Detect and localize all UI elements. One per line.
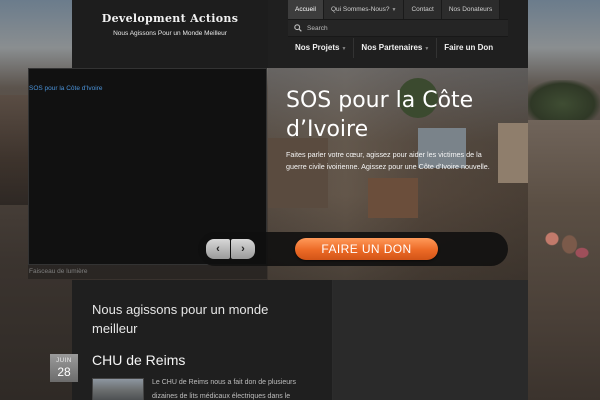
top-menu-item-contact[interactable]: Contact	[404, 0, 442, 19]
post-excerpt: Le CHU de Reims nous a fait don de plusi…	[152, 379, 296, 400]
slide-text: Faites parler votre cœur, agissez pour a…	[286, 150, 490, 171]
top-menu-item-nos-donateurs[interactable]: Nos Donateurs	[441, 0, 501, 19]
top-menu-label: Contact	[411, 6, 434, 13]
top-menu-label: Accueil	[295, 6, 316, 13]
chevron-right-icon: ›	[241, 243, 245, 255]
sidebar-column	[333, 280, 528, 400]
slide-title: SOS pour la Côte d’Ivoire	[286, 88, 474, 142]
site-tagline: Nous Agissons Pour un Monde Meilleur	[113, 30, 227, 37]
site-branding: Development Actions Nous Agissons Pour u…	[72, 0, 268, 68]
search-icon[interactable]	[294, 23, 303, 33]
search-input[interactable]	[307, 24, 487, 32]
background-people	[542, 222, 592, 278]
section-title: Nous agissons pour un monde meilleur	[92, 302, 269, 336]
main-menu-label: Nos Projets	[295, 43, 340, 52]
slider-prev-button[interactable]: ‹	[206, 239, 230, 259]
photo-shack	[368, 178, 418, 218]
site-title[interactable]: Development Actions	[72, 12, 268, 25]
top-menu-label: Qui Sommes-Nous?	[330, 6, 390, 13]
main-menu-item-faire-un-don[interactable]: Faire un Don	[437, 38, 500, 58]
background-tree	[525, 80, 600, 120]
slide-caption-bar: Faisceau de lumière	[28, 265, 267, 279]
slider-controls: ‹ › FAIRE UN DON	[198, 232, 508, 266]
navigation-panel: Accueil Qui Sommes-Nous? ▼ Contact Nos Do…	[268, 0, 528, 68]
content-column: Nous agissons pour un monde meilleur JUI…	[50, 280, 333, 400]
top-menu-item-accueil[interactable]: Accueil	[288, 0, 324, 19]
main-menu: Nos Projets ▼ Nos Partenaires ▼ Faire un D…	[288, 38, 500, 58]
background-shack	[0, 95, 28, 205]
main-content: Nous agissons pour un monde meilleur JUI…	[50, 280, 528, 400]
main-menu-item-nos-partenaires[interactable]: Nos Partenaires ▼	[354, 38, 438, 58]
featured-slider: SOS pour la Côte d'Ivoire SOS pour la Cô…	[28, 68, 528, 280]
chevron-down-icon: ▼	[424, 46, 430, 52]
chevron-down-icon: ▼	[391, 7, 397, 13]
donate-button[interactable]: FAIRE UN DON	[295, 238, 438, 260]
main-menu-label: Faire un Don	[444, 43, 494, 52]
post-thumbnail[interactable]	[92, 378, 144, 400]
slide-caption: Faisceau de lumière	[29, 268, 88, 275]
chevron-left-icon: ‹	[216, 243, 220, 255]
top-menu-item-qui-sommes-nous[interactable]: Qui Sommes-Nous? ▼	[323, 0, 405, 19]
main-menu-item-nos-projets[interactable]: Nos Projets ▼	[288, 38, 355, 58]
top-menu: Accueil Qui Sommes-Nous? ▼ Contact Nos Do…	[288, 0, 501, 19]
main-menu-label: Nos Partenaires	[361, 43, 423, 52]
search-bar	[288, 19, 508, 37]
chevron-down-icon: ▼	[341, 46, 347, 52]
slider-next-button[interactable]: ›	[231, 239, 255, 259]
top-menu-label: Nos Donateurs	[448, 6, 493, 13]
post-date-day: 28	[57, 365, 71, 379]
post-date-badge: JUIN 28	[50, 354, 78, 382]
post-title[interactable]: CHU de Reims	[92, 352, 185, 368]
slide-image-alt-text: SOS pour la Côte d'Ivoire	[29, 85, 103, 92]
